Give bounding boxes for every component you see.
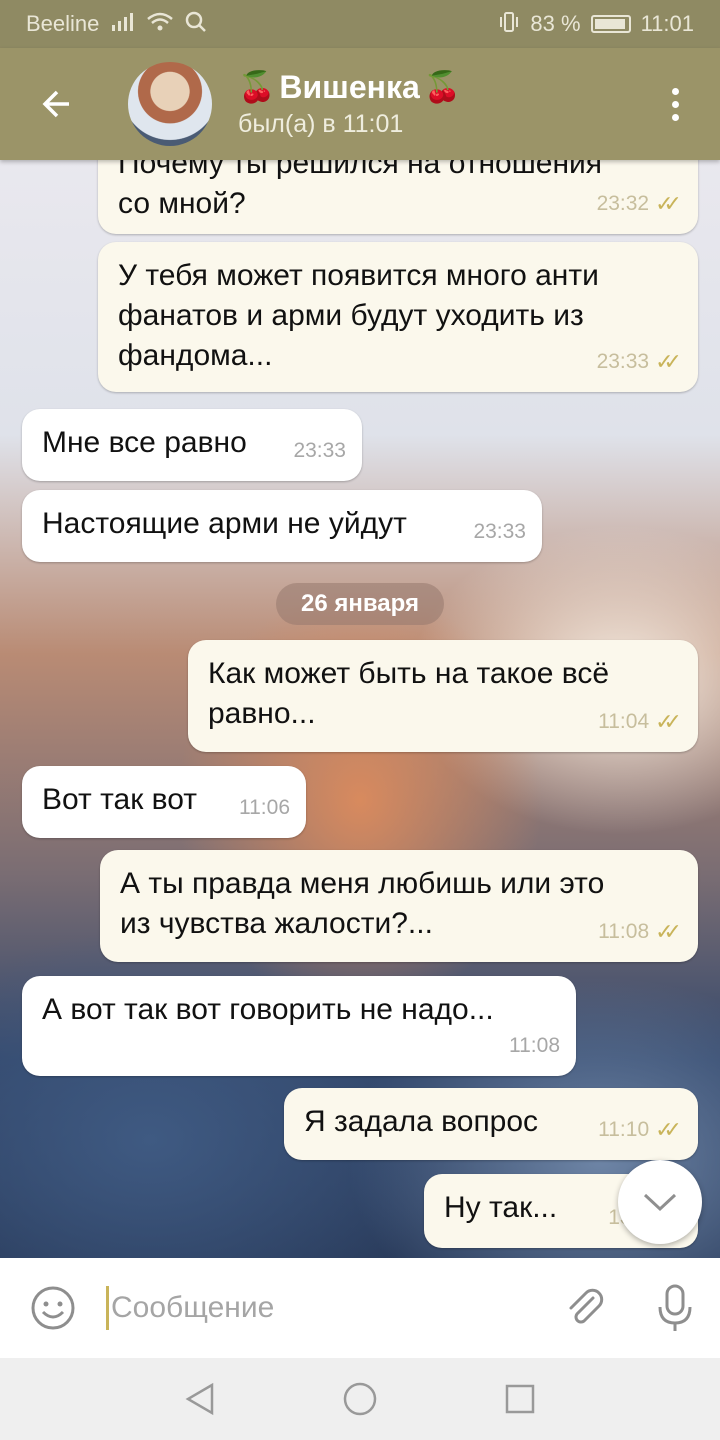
microphone-icon [658,1284,692,1331]
message-text: А вот так вот говорить не надо... [42,993,494,1026]
contact-info[interactable]: 🍒 Вишенка 🍒 был(а) в 11:01 [238,69,461,139]
message-outgoing[interactable]: Я задала вопрос 11:10 ✓✓ [284,1088,698,1160]
read-check-icon: ✓✓ [655,191,682,216]
emoji-button[interactable] [0,1258,106,1358]
back-button[interactable] [0,48,110,160]
message-meta: 23:33 [293,431,346,471]
message-meta: 11:04 ✓✓ [598,702,682,742]
wifi-icon [147,12,174,37]
dot-icon [671,100,679,108]
paperclip-icon [569,1288,604,1324]
signal-icon [111,12,135,36]
vibrate-icon [498,11,520,38]
back-arrow-icon [42,90,69,118]
triangle-back-icon [185,1382,214,1416]
message-outgoing[interactable]: Как может быть на такое всё равно... 11:… [188,640,698,752]
chevron-down-icon [643,1193,677,1212]
message-meta: 11:08 [509,1026,560,1066]
nav-home-button[interactable] [340,1379,380,1419]
message-time: 11:08 [598,920,650,943]
avatar[interactable] [128,62,212,146]
nav-recents-button[interactable] [500,1379,540,1419]
search-status-icon [185,11,207,38]
message-text: У тебя может появится много анти фанатов… [118,259,599,372]
dot-icon [671,113,679,121]
message-input[interactable] [106,1286,540,1330]
chat-area[interactable]: Почему ты решился на отношения со мной? … [0,160,720,1258]
message-time: 23:32 [596,192,650,215]
battery-icon [590,15,631,33]
message-time: 11:04 [598,710,650,733]
message-incoming[interactable]: А вот так вот говорить не надо... 11:08 [22,976,576,1076]
message-incoming[interactable]: Мне все равно 23:33 [22,409,362,481]
last-seen-status: был(а) в 11:01 [238,110,404,138]
attach-button[interactable] [540,1258,630,1358]
voice-button[interactable] [630,1258,720,1358]
circle-home-icon [343,1382,377,1416]
message-text: Настоящие арми не уйдут [42,507,407,540]
message-time: 23:33 [596,350,650,373]
cherry-icon: 🍒 [238,71,276,104]
message-outgoing[interactable]: У тебя может появится много анти фанатов… [98,242,698,392]
read-check-icon: ✓✓ [655,919,682,944]
message-incoming[interactable]: Настоящие арми не уйдут 23:33 [22,490,542,562]
contact-name-text: Вишенка [279,69,420,105]
message-meta: 23:33 ✓✓ [597,342,682,382]
message-time: 23:33 [473,520,526,543]
date-separator: 26 января [276,583,444,625]
message-incoming[interactable]: Вот так вот 11:06 [22,766,306,838]
cherry-icon: 🍒 [423,71,462,104]
clock: 11:01 [640,11,694,36]
contact-name: 🍒 Вишенка 🍒 [238,69,461,106]
status-bar: Beeline 83 % 11:01 [0,0,720,48]
smiley-icon [31,1286,75,1330]
message-meta: 11:10 ✓✓ [598,1110,682,1150]
message-outgoing[interactable]: Почему ты решился на отношения со мной? … [98,160,698,234]
message-composer [0,1258,720,1358]
message-text: А ты правда меня любишь или это из чувст… [120,867,605,940]
message-time: 11:08 [509,1034,560,1057]
read-check-icon: ✓✓ [655,709,682,734]
nav-back-button[interactable] [180,1379,220,1419]
message-meta: 23:33 [473,512,526,552]
battery-percent: 83 % [530,11,581,36]
read-check-icon: ✓✓ [655,349,682,374]
message-outgoing[interactable]: А ты правда меня любишь или это из чувст… [100,850,698,962]
message-time: 11:06 [239,796,290,819]
message-meta: 23:32 ✓✓ [597,184,682,224]
carrier-label: Beeline [26,11,100,36]
scroll-down-button[interactable] [618,1160,702,1244]
more-options-button[interactable] [630,48,720,160]
message-meta: 11:08 ✓✓ [598,912,682,952]
read-check-icon: ✓✓ [655,1117,682,1142]
message-text: Почему ты решился на отношения со мной? [118,160,603,220]
system-navigation-bar [0,1358,720,1440]
square-recents-icon [505,1384,535,1414]
message-meta: 11:06 [239,788,290,828]
chat-header: 🍒 Вишенка 🍒 был(а) в 11:01 [0,48,720,160]
message-time: 23:33 [293,439,346,462]
dot-icon [671,87,679,95]
message-time: 11:10 [598,1118,650,1141]
